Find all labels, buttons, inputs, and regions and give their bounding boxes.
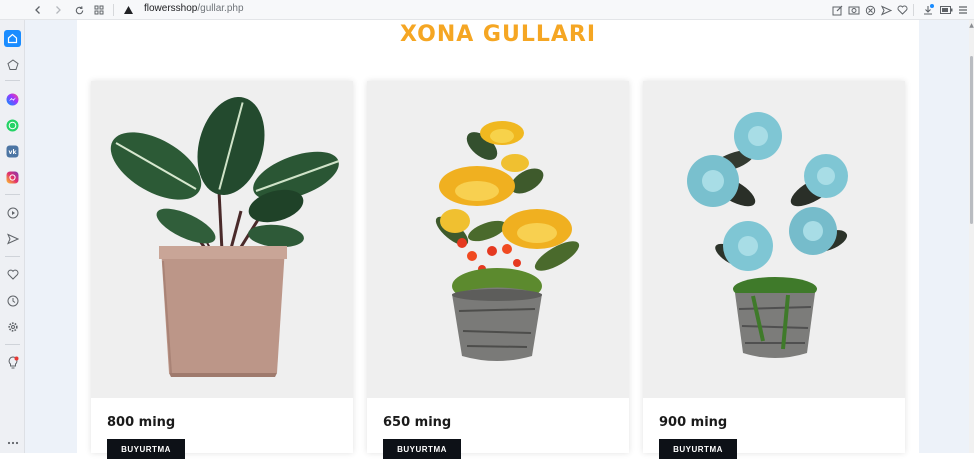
page-title: XONA GULLARI — [399, 22, 597, 47]
order-button[interactable]: BUYURTMA — [383, 439, 461, 459]
browser-toolbar: flowersshop/gullar.php — [0, 0, 974, 20]
whatsapp-icon[interactable] — [4, 117, 21, 134]
forward-icon[interactable] — [50, 2, 66, 18]
settings-icon[interactable] — [4, 318, 21, 335]
product-price: 900 ming — [659, 415, 728, 430]
sidebar-divider — [5, 256, 20, 257]
more-icon[interactable] — [4, 438, 21, 448]
edit-icon[interactable] — [829, 2, 845, 18]
browser-sidebar: vk — [0, 20, 25, 453]
main-content: XONA GULLARI 800 ming BUYURTMA 650 ming … — [77, 20, 919, 459]
block-icon[interactable] — [862, 2, 878, 18]
product-price: 650 ming — [383, 415, 452, 430]
product-image-yellow-flowers[interactable] — [367, 81, 629, 398]
back-icon[interactable] — [30, 2, 46, 18]
instagram-icon[interactable] — [4, 169, 21, 186]
share-icon[interactable] — [878, 2, 894, 18]
heart-icon[interactable] — [894, 2, 910, 18]
url-path: /gullar.php — [197, 3, 244, 14]
vk-icon[interactable]: vk — [4, 143, 21, 160]
camera-icon[interactable] — [846, 2, 862, 18]
battery-icon[interactable] — [938, 2, 954, 18]
sidebar-divider — [5, 344, 20, 345]
order-button[interactable]: BUYURTMA — [659, 439, 737, 459]
sidebar-divider — [5, 80, 20, 81]
toolbar-divider — [113, 4, 114, 16]
scrollbar-thumb[interactable] — [970, 56, 973, 224]
product-image-blue-flowers[interactable] — [643, 81, 905, 398]
tabs-grid-icon[interactable] — [91, 2, 107, 18]
product-card[interactable]: 800 ming BUYURTMA — [91, 81, 353, 459]
menu-icon[interactable] — [955, 2, 971, 18]
toolbar-divider — [913, 4, 914, 16]
tip-icon[interactable] — [4, 354, 21, 371]
sidebar-divider — [5, 194, 20, 195]
messenger-icon[interactable] — [4, 91, 21, 108]
warning-icon[interactable] — [120, 2, 136, 18]
download-icon[interactable] — [920, 2, 936, 18]
reload-icon[interactable] — [71, 2, 87, 18]
product-card[interactable]: 650 ming BUYURTMA — [367, 81, 629, 459]
product-card[interactable]: 900 ming BUYURTMA — [643, 81, 905, 459]
product-image-plant[interactable] — [91, 81, 353, 398]
order-button[interactable]: BUYURTMA — [107, 439, 185, 459]
home-icon[interactable] — [4, 30, 21, 47]
product-price: 800 ming — [107, 415, 176, 430]
play-icon[interactable] — [4, 204, 21, 221]
url-host: flowersshop — [144, 3, 198, 14]
send-icon[interactable] — [4, 230, 21, 247]
flower — [480, 121, 524, 145]
address-bar[interactable]: flowersshop/gullar.php — [144, 3, 244, 14]
pentagon-icon[interactable] — [4, 56, 21, 73]
svg-text:vk: vk — [9, 149, 18, 156]
history-icon[interactable] — [4, 292, 21, 309]
scroll-up-icon[interactable]: ▲ — [969, 22, 974, 30]
heart-icon[interactable] — [4, 266, 21, 283]
